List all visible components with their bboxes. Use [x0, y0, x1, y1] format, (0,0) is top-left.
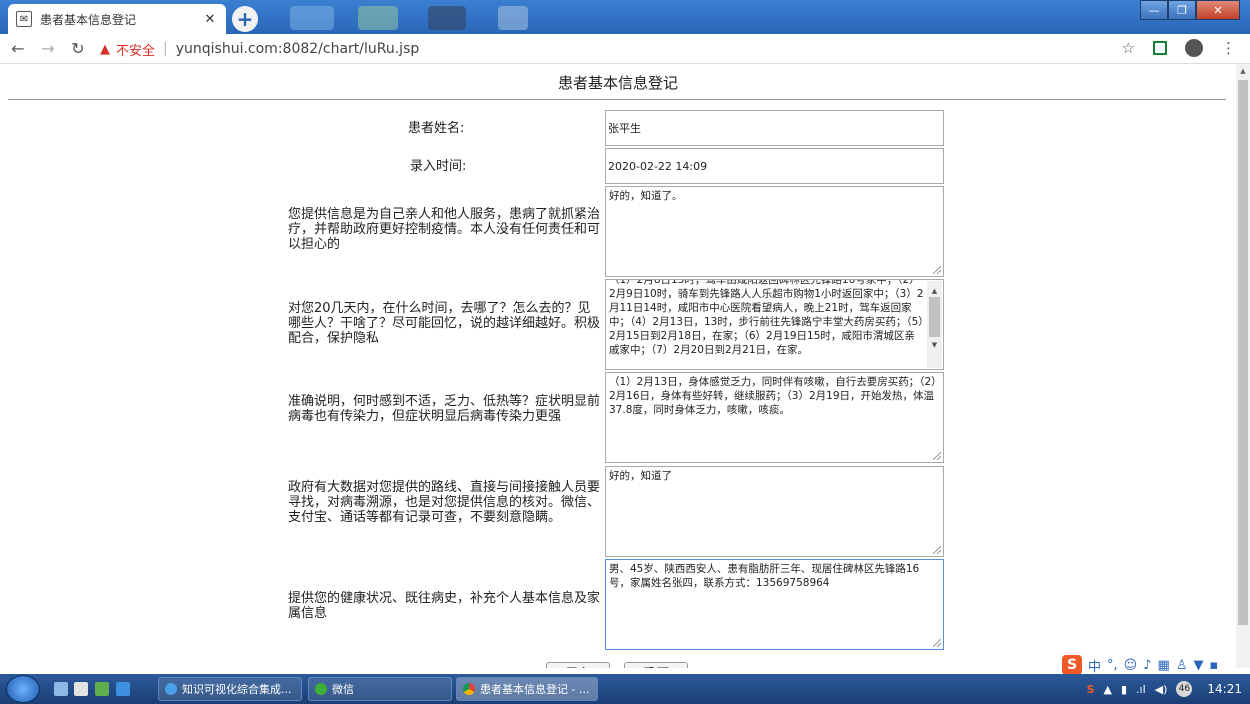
ime-punct-indicator[interactable]: °, [1107, 658, 1118, 673]
page-scrollbar[interactable]: ▲ [1236, 64, 1250, 668]
answer-1-text: 好的，知道了。 [609, 190, 683, 202]
taskbar-thumbnail-3 [428, 6, 466, 30]
title-divider [8, 99, 1226, 100]
tab-title: 患者基本信息登记 [40, 12, 137, 27]
taskbar-thumbnail-1 [290, 6, 334, 30]
patient-name-label: 患者姓名: [408, 121, 465, 136]
emoji-icon[interactable]: ☺ [1124, 658, 1138, 673]
page-title: 患者基本信息登记 [557, 74, 678, 92]
question-4-label: 政府有大数据对您提供的路线、直接与间接接触人员要寻找，对病毒溯源，也是对您提供信… [288, 480, 601, 525]
new-tab-button[interactable]: + [232, 6, 258, 32]
bookmark-star-icon[interactable]: ☆ [1122, 39, 1135, 57]
clock[interactable]: 14:21 [1207, 682, 1242, 696]
reset-button[interactable]: 重置 [624, 662, 688, 668]
page-scroll-up-icon[interactable]: ▲ [1236, 67, 1250, 75]
entry-time-label: 录入时间: [410, 159, 467, 174]
scroll-down-icon[interactable]: ▼ [927, 338, 942, 352]
windows-taskbar: 知识可视化综合集成... 微信 患者基本信息登记 - ... S ▲ ▮ .ıl… [0, 674, 1250, 704]
answer-3-text: （1）2月13日，身体感觉乏力，同时伴有咳嗽，自行去要房买药；（2）2月16日，… [609, 376, 937, 416]
task-wechat[interactable]: 微信 [308, 677, 452, 701]
task-label: 微信 [332, 683, 354, 696]
notification-badge[interactable]: 46 [1176, 681, 1193, 697]
save-button[interactable]: 保存 [546, 662, 610, 668]
shirt-icon[interactable]: ▼ [1193, 658, 1203, 673]
forward-arrow-icon[interactable]: → [36, 39, 60, 58]
window-controls: — ❐ ✕ [1140, 0, 1240, 20]
insecure-label[interactable]: 不安全 [116, 40, 155, 59]
browser-tab-strip: ✉ 患者基本信息登记 ✕ + — ❐ ✕ [0, 0, 1250, 34]
address-separator: | [163, 41, 168, 57]
start-button[interactable] [6, 675, 40, 703]
question-2-label: 对您20几天内，在什么时间，去哪了？怎么去的？见哪些人？干啥了？尽可能回忆，说的… [288, 301, 601, 346]
resize-grip-icon[interactable] [933, 546, 941, 554]
answer-2-scrollbar[interactable]: ▲ ▼ [927, 281, 942, 368]
task-knowledge-app[interactable]: 知识可视化综合集成... [158, 677, 302, 701]
grid-icon[interactable]: ▪ [1209, 658, 1218, 673]
minimize-button[interactable]: — [1140, 0, 1168, 20]
quicklaunch-tree-icon[interactable] [95, 682, 109, 696]
sogou-tray-icon[interactable]: S [1087, 683, 1095, 696]
tab-close-icon[interactable]: ✕ [202, 12, 218, 27]
warning-icon: ▲ [100, 41, 110, 57]
sogou-logo-icon[interactable]: S [1062, 655, 1082, 675]
keyboard-icon[interactable]: ▦ [1158, 658, 1170, 673]
answer-2-text: （1）2月8日15时，驾车由咸阳返回碑林区先锋路16号家中；（2）2月9日10时… [609, 279, 924, 356]
power-icon[interactable]: ▮ [1121, 683, 1127, 696]
taskbar-thumbnail-4 [498, 6, 528, 30]
quicklaunch-desktop-icon[interactable] [54, 682, 68, 696]
back-arrow-icon[interactable]: ← [6, 39, 30, 58]
scroll-thumb[interactable] [929, 297, 940, 337]
app-icon [165, 683, 177, 695]
url-text[interactable]: yunqishui.com:8082/chart/luRu.jsp [176, 41, 420, 57]
entry-time-input[interactable]: 2020-02-22 14:09 [605, 148, 944, 184]
quicklaunch-app-icon[interactable] [116, 682, 130, 696]
task-label: 患者基本信息登记 - ... [480, 683, 590, 696]
scroll-up-icon[interactable]: ▲ [927, 284, 942, 298]
ime-toolbar: S 中 °, ☺ ♪ ▦ ♙ ▼ ▪ [1062, 654, 1250, 676]
resize-grip-icon[interactable] [933, 266, 941, 274]
volume-icon[interactable]: ◀) [1155, 683, 1168, 696]
task-label: 知识可视化综合集成... [182, 683, 292, 696]
answer-4-text: 好的，知道了 [609, 470, 672, 482]
page-favicon-icon: ✉ [16, 11, 32, 27]
user-icon[interactable]: ♙ [1176, 658, 1188, 673]
menu-kebab-icon[interactable]: ⋮ [1221, 39, 1236, 57]
answer-5-text: 男、45岁、陕西西安人、患有脂肪肝三年、现居住碑林区先锋路16号，家属姓名张四，… [609, 563, 920, 589]
answer-4-textarea[interactable]: 好的，知道了 [605, 466, 944, 557]
maximize-button[interactable]: ❐ [1168, 0, 1196, 20]
question-1-label: 您提供信息是为自己亲人和他人服务，患病了就抓紧治疗，并帮助政府更好控制疫情。本人… [288, 207, 601, 252]
toolbar-right-actions: ☆ ● ⋮ [1122, 39, 1236, 57]
answer-5-textarea[interactable]: 男、45岁、陕西西安人、患有脂肪肝三年、现居住碑林区先锋路16号，家属姓名张四，… [605, 559, 944, 650]
extension-icon[interactable] [1153, 41, 1167, 55]
browser-toolbar: ← → ↻ ▲ 不安全 | yunqishui.com:8082/chart/l… [0, 34, 1250, 64]
quicklaunch-explorer-icon[interactable] [74, 682, 88, 696]
page-scroll-thumb[interactable] [1238, 80, 1248, 625]
resize-grip-icon[interactable] [933, 639, 941, 647]
system-tray: S ▲ ▮ .ıl ◀) 46 14:21 [1087, 674, 1242, 704]
reload-icon[interactable]: ↻ [66, 39, 90, 58]
network-icon[interactable]: .ıl [1136, 683, 1146, 696]
resize-grip-icon[interactable] [933, 452, 941, 460]
answer-3-textarea[interactable]: （1）2月13日，身体感觉乏力，同时伴有咳嗽，自行去要房买药；（2）2月16日，… [605, 372, 944, 463]
task-chrome[interactable]: 患者基本信息登记 - ... [456, 677, 598, 701]
chrome-icon [463, 683, 475, 695]
patient-name-input[interactable]: 张平生 [605, 110, 944, 146]
ime-mode-indicator[interactable]: 中 [1088, 656, 1101, 675]
address-bar[interactable]: ▲ 不安全 | yunqishui.com:8082/chart/luRu.js… [100, 37, 1140, 61]
microphone-icon[interactable]: ♪ [1143, 658, 1151, 673]
question-3-label: 准确说明，何时感到不适，乏力、低热等？症状明显前病毒也有传染力，但症状明显后病毒… [288, 394, 601, 424]
page-content: 患者基本信息登记 患者姓名: 张平生 录入时间: 2020-02-22 14:0… [0, 64, 1236, 668]
taskbar-thumbnail-2 [358, 6, 398, 30]
profile-icon[interactable]: ● [1185, 39, 1203, 57]
browser-tab[interactable]: ✉ 患者基本信息登记 ✕ [8, 4, 226, 34]
tray-expand-icon[interactable]: ▲ [1104, 683, 1112, 696]
wechat-icon [315, 683, 327, 695]
answer-2-textarea[interactable]: （1）2月8日15时，驾车由咸阳返回碑林区先锋路16号家中；（2）2月9日10时… [605, 279, 944, 370]
answer-1-textarea[interactable]: 好的，知道了。 [605, 186, 944, 277]
question-5-label: 提供您的健康状况、既往病史，补充个人基本信息及家属信息 [288, 591, 601, 621]
close-window-button[interactable]: ✕ [1196, 0, 1240, 20]
